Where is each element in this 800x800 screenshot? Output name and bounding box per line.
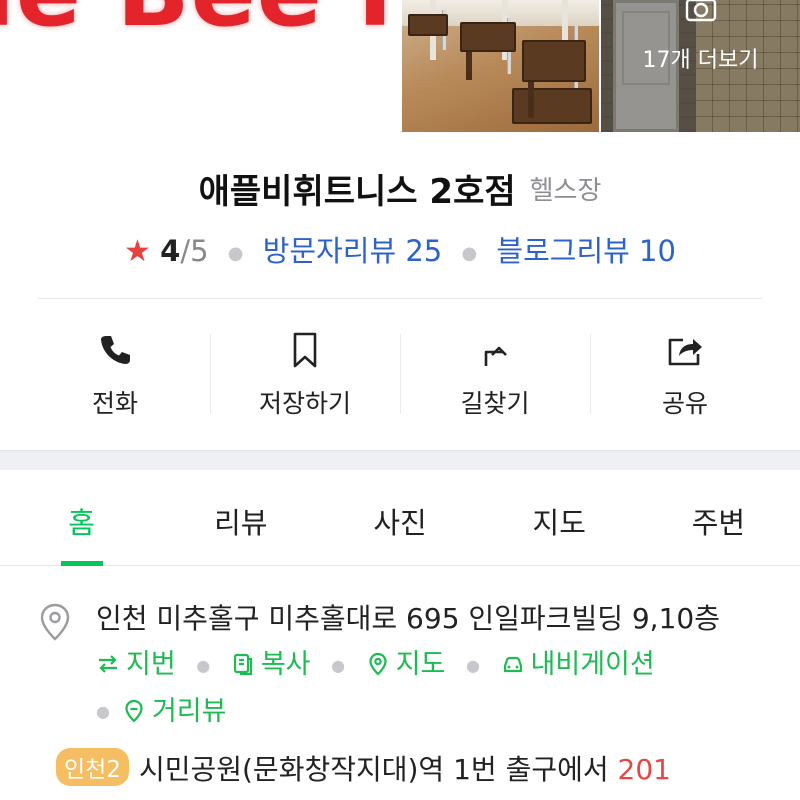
sign-text: le Bee F bbox=[0, 0, 400, 48]
share-icon bbox=[668, 338, 702, 366]
directions-icon bbox=[484, 346, 507, 366]
address-actions: 지번 ● 복사 ● 지도 ● 내비게이션 bbox=[96, 642, 778, 689]
more-photos-tile[interactable]: 17개 더보기 bbox=[601, 0, 800, 132]
rating-max: /5 bbox=[180, 234, 209, 268]
navigation-link[interactable]: 내비게이션 bbox=[501, 649, 655, 680]
camera-icon bbox=[685, 0, 717, 22]
photo-carrel-leg bbox=[528, 82, 534, 118]
car-icon bbox=[503, 656, 522, 673]
place-name: 애플비휘트니스 2호점 bbox=[198, 172, 516, 212]
bookmark-icon bbox=[293, 332, 317, 368]
street-view-link[interactable]: 거리뷰 bbox=[122, 696, 227, 727]
separator-dot: ● bbox=[461, 242, 478, 264]
separator-dot: ● bbox=[465, 655, 480, 675]
tab-reviews[interactable]: 리뷰 bbox=[161, 470, 320, 565]
call-button[interactable]: 전화 bbox=[20, 300, 210, 450]
photo-carrel-leg bbox=[466, 52, 472, 80]
tab-photos[interactable]: 사진 bbox=[320, 470, 479, 565]
photo-carrel bbox=[522, 40, 586, 82]
copy-link[interactable]: 복사 bbox=[231, 649, 311, 680]
visitor-reviews-link[interactable]: 방문자리뷰 25 bbox=[263, 234, 443, 268]
separator-dot: ● bbox=[96, 702, 110, 721]
street-view-label: 거리뷰 bbox=[151, 695, 227, 727]
photo-carrel bbox=[460, 22, 516, 52]
action-label: 저장하기 bbox=[258, 389, 351, 418]
lot-number-label: 지번 bbox=[126, 649, 176, 680]
copy-label: 복사 bbox=[260, 649, 311, 680]
swap-icon bbox=[99, 655, 117, 673]
subway-distance: 201 bbox=[617, 753, 671, 786]
street-view-icon bbox=[125, 699, 143, 723]
photo-carrel bbox=[512, 88, 592, 124]
directions-button[interactable]: 길찾기 bbox=[400, 300, 590, 450]
separator-dot: ● bbox=[331, 655, 346, 675]
star-icon: ★ bbox=[124, 234, 151, 269]
place-category: 헬스장 bbox=[529, 176, 602, 206]
address-actions-row2: ● 거리뷰 bbox=[96, 689, 778, 736]
subway-station: 시민공원(문화창작지대)역 bbox=[138, 753, 445, 786]
copy-icon bbox=[233, 653, 252, 676]
main-photo[interactable]: le Bee F bbox=[0, 0, 400, 132]
save-button[interactable]: 저장하기 bbox=[210, 300, 400, 450]
photo-carrel bbox=[408, 14, 448, 36]
map-pin-icon bbox=[369, 652, 387, 676]
tab-map[interactable]: 지도 bbox=[480, 470, 639, 565]
lot-number-link[interactable]: 지번 bbox=[96, 649, 176, 680]
subway-line-badge: 인천2 bbox=[56, 748, 129, 786]
section-gap bbox=[0, 450, 800, 470]
phone-icon bbox=[101, 336, 130, 364]
action-label: 전화 bbox=[91, 389, 138, 418]
map-link[interactable]: 지도 bbox=[366, 649, 446, 680]
subway-info: 인천2 시민공원(문화창작지대)역 1번 출구에서 201 bbox=[56, 748, 796, 788]
location-pin-icon bbox=[40, 603, 70, 641]
divider bbox=[38, 298, 762, 299]
blog-reviews-link[interactable]: 블로그리뷰 10 bbox=[496, 234, 676, 268]
subway-exit: 1번 출구에서 bbox=[453, 753, 609, 786]
action-bar: 전화 저장하기 길찾기 공유 bbox=[20, 300, 780, 450]
tab-nearby[interactable]: 주변 bbox=[639, 470, 798, 565]
more-photos-label: 17개 더보기 bbox=[642, 48, 759, 73]
map-label: 지도 bbox=[395, 649, 446, 680]
address-section: 인천 미추홀구 미추홀대로 695 인일파크빌딩 9,10층 지번 ● 복사 ●… bbox=[38, 596, 778, 735]
title-row: 애플비휘트니스 2호점 헬스장 bbox=[0, 164, 800, 213]
share-button[interactable]: 공유 bbox=[590, 300, 780, 450]
navigation-label: 내비게이션 bbox=[530, 649, 655, 680]
study-room-photo[interactable] bbox=[402, 0, 599, 132]
action-label: 길찾기 bbox=[460, 389, 530, 418]
address-text: 인천 미추홀구 미추홀대로 695 인일파크빌딩 9,10층 bbox=[96, 602, 720, 635]
tab-bar: 홈 리뷰 사진 지도 주변 bbox=[0, 470, 800, 566]
tab-home[interactable]: 홈 bbox=[2, 470, 161, 566]
separator-dot: ● bbox=[227, 242, 244, 264]
action-label: 공유 bbox=[661, 389, 708, 418]
separator-dot: ● bbox=[196, 655, 211, 675]
rating-row: ★ 4/5 ● 방문자리뷰 25 ● 블로그리뷰 10 bbox=[0, 228, 800, 270]
rating-value: 4 bbox=[160, 234, 181, 268]
photo-strip: le Bee F 17개 더보기 bbox=[0, 0, 800, 132]
